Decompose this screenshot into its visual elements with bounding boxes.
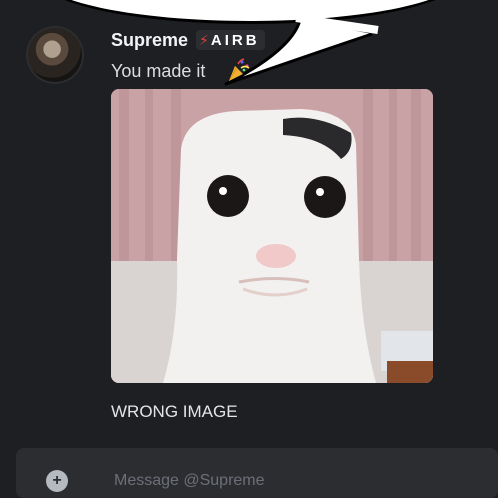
avatar[interactable] [26, 26, 84, 84]
cat-face-image[interactable] [111, 89, 433, 383]
message-input[interactable] [112, 470, 456, 492]
party-popper-icon [229, 58, 250, 81]
add-attachment-icon[interactable]: + [46, 470, 68, 492]
server-tag[interactable]: ⚡ AIRB [196, 30, 265, 50]
lightning-bolt-icon: ⚡ [199, 31, 209, 48]
server-tag-label: AIRB [210, 31, 260, 49]
message-text: You made it [111, 61, 206, 81]
username[interactable]: Supreme [111, 30, 188, 51]
caption: WRONG IMAGE [111, 402, 238, 421]
message-header: Supreme ⚡ AIRB [111, 29, 265, 51]
speech-bubble [36, 0, 464, 24]
